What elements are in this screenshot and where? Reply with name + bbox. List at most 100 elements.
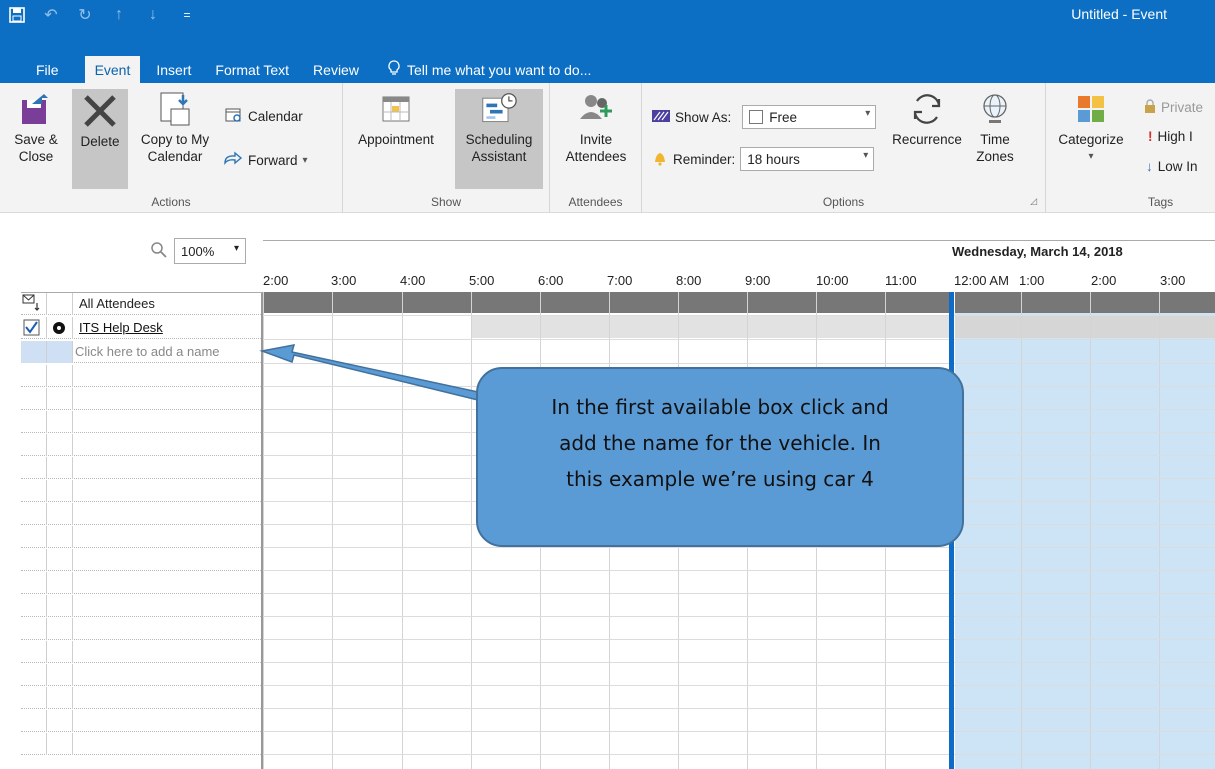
delete-button[interactable]: Delete <box>72 89 128 189</box>
private-button[interactable]: Private <box>1144 99 1203 116</box>
globe-icon <box>977 91 1013 127</box>
copy-calendar-icon <box>157 91 193 127</box>
all-attendees-row: All Attendees <box>21 293 261 315</box>
customize-qat-icon[interactable]: = <box>170 0 204 30</box>
tab-event[interactable]: Event <box>84 56 141 83</box>
invite-attendees-button[interactable]: Invite Attendees <box>554 91 638 165</box>
attendee-type-icon[interactable] <box>47 317 73 339</box>
grid-line <box>263 570 1215 571</box>
invite-attendees-icon <box>578 91 614 127</box>
tab-review[interactable]: Review <box>303 56 369 83</box>
add-name-checkbox-cell <box>21 341 47 363</box>
redo-icon[interactable]: ↻ <box>68 0 102 30</box>
save-icon[interactable] <box>0 0 34 30</box>
group-attendees: Invite Attendees Attendees <box>550 83 642 213</box>
grid-line <box>263 315 1215 316</box>
empty-row <box>21 480 261 502</box>
show-as-dropdown[interactable]: Free ▾ <box>742 105 877 129</box>
invite-label-1: Invite <box>579 132 613 147</box>
reminder-dropdown[interactable]: 18 hours ▾ <box>740 147 875 171</box>
all-attendees-busy-bar <box>955 292 1215 313</box>
down-arrow-icon[interactable]: ↓ <box>136 0 170 30</box>
empty-row <box>21 618 261 640</box>
envelope-sort-icon[interactable] <box>21 293 47 315</box>
ribbon-tabs: File Event Insert Format Text Review Tel… <box>0 56 1215 83</box>
group-options: Show As: Free ▾ Reminder: 18 hours ▾ Rec… <box>642 83 1046 213</box>
empty-row <box>21 641 261 663</box>
forward-icon <box>223 151 243 170</box>
zoom-control: 100% ▾ <box>150 238 246 264</box>
low-importance-button[interactable]: ↓ Low In <box>1146 159 1198 174</box>
down-arrow-icon: ↓ <box>1146 159 1153 174</box>
appointment-button[interactable]: Appointment <box>347 91 445 148</box>
add-name-input[interactable]: Click here to add a name <box>75 344 220 359</box>
options-dialog-launcher-icon[interactable]: ◿ <box>1030 196 1037 207</box>
show-as-label: Show As: <box>675 109 732 125</box>
high-importance-button[interactable]: ! High I <box>1148 129 1193 144</box>
empty-row <box>21 687 261 709</box>
empty-row <box>21 595 261 617</box>
bell-icon <box>652 150 668 169</box>
group-show-label: Show <box>430 195 462 209</box>
copy-label-2: Calendar <box>147 149 203 164</box>
empty-row <box>21 411 261 433</box>
chevron-down-icon: ▾ <box>865 108 871 119</box>
forward-button[interactable]: Forward ▾ <box>223 151 308 170</box>
group-show: Appointment Scheduling Assistant Show <box>343 83 550 213</box>
recurrence-label: Recurrence <box>892 132 962 147</box>
zoom-dropdown[interactable]: 100% ▾ <box>174 238 246 264</box>
tab-format-text[interactable]: Format Text <box>205 56 299 83</box>
empty-row <box>21 526 261 548</box>
delete-label: Delete <box>80 134 120 149</box>
tab-file[interactable]: File <box>26 56 69 83</box>
categorize-icon <box>1073 91 1109 127</box>
time-label: 4:00 <box>400 273 426 288</box>
group-tags: Categorize ▾ Private ! High I ↓ Low In T… <box>1046 83 1215 213</box>
time-label: 1:00 <box>1019 273 1045 288</box>
attendee-row[interactable]: ITS Help Desk <box>21 317 261 339</box>
copy-to-my-calendar-button[interactable]: Copy to My Calendar <box>130 91 220 165</box>
attendee-name[interactable]: ITS Help Desk <box>79 320 163 335</box>
lock-icon <box>1144 99 1156 116</box>
add-name-row[interactable]: Click here to add a name <box>21 341 261 363</box>
forward-dropdown-icon[interactable]: ▾ <box>303 155 308 166</box>
calendar-button[interactable]: Calendar <box>225 107 303 126</box>
calendar-icon <box>225 107 243 126</box>
time-label: 8:00 <box>676 273 702 288</box>
grid-line <box>263 547 1215 548</box>
appointment-label: Appointment <box>358 132 434 147</box>
save-close-button[interactable]: Save & Close <box>6 91 66 165</box>
time-zones-button[interactable]: Time Zones <box>968 91 1022 165</box>
scheduling-assistant-button[interactable]: Scheduling Assistant <box>455 89 543 189</box>
window-title: Untitled - Event <box>1071 6 1167 22</box>
reminder-label: Reminder: <box>673 151 736 167</box>
time-label: 5:00 <box>469 273 495 288</box>
high-importance-label: High I <box>1157 129 1193 144</box>
magnifier-icon[interactable] <box>150 241 168 262</box>
time-label: 12:00 AM <box>954 273 1009 288</box>
undo-icon[interactable]: ↶ <box>34 0 68 30</box>
categorize-label: Categorize <box>1058 132 1124 147</box>
time-label: 2:00 <box>1091 273 1117 288</box>
reminder-value: 18 hours <box>747 151 800 167</box>
show-as-row: Show As: Free ▾ <box>652 105 877 129</box>
all-attendees-busy-bar <box>263 292 949 313</box>
grid-line <box>263 685 1215 686</box>
empty-row <box>21 664 261 686</box>
attendee-list: All Attendees ITS Help Desk Click here t… <box>21 292 263 769</box>
grid-line <box>263 662 1215 663</box>
tell-me-box[interactable]: Tell me what you want to do... <box>377 56 601 83</box>
tab-insert[interactable]: Insert <box>146 56 201 83</box>
categorize-button[interactable]: Categorize ▾ <box>1048 91 1134 165</box>
up-arrow-icon[interactable]: ↑ <box>102 0 136 30</box>
recurrence-button[interactable]: Recurrence <box>888 91 966 148</box>
grid-line <box>263 616 1215 617</box>
chevron-down-icon: ▾ <box>233 243 239 254</box>
time-label: 11:00 <box>885 273 917 288</box>
callout-line-1: In the first available box click and <box>551 395 889 419</box>
categorize-dropdown-icon: ▾ <box>1088 151 1094 162</box>
ribbon: Save & Close Delete Copy to My Calendar … <box>0 83 1215 213</box>
attendee-checkbox[interactable] <box>21 317 47 339</box>
copy-label-1: Copy to My <box>140 132 210 147</box>
zoom-value: 100% <box>181 243 215 259</box>
